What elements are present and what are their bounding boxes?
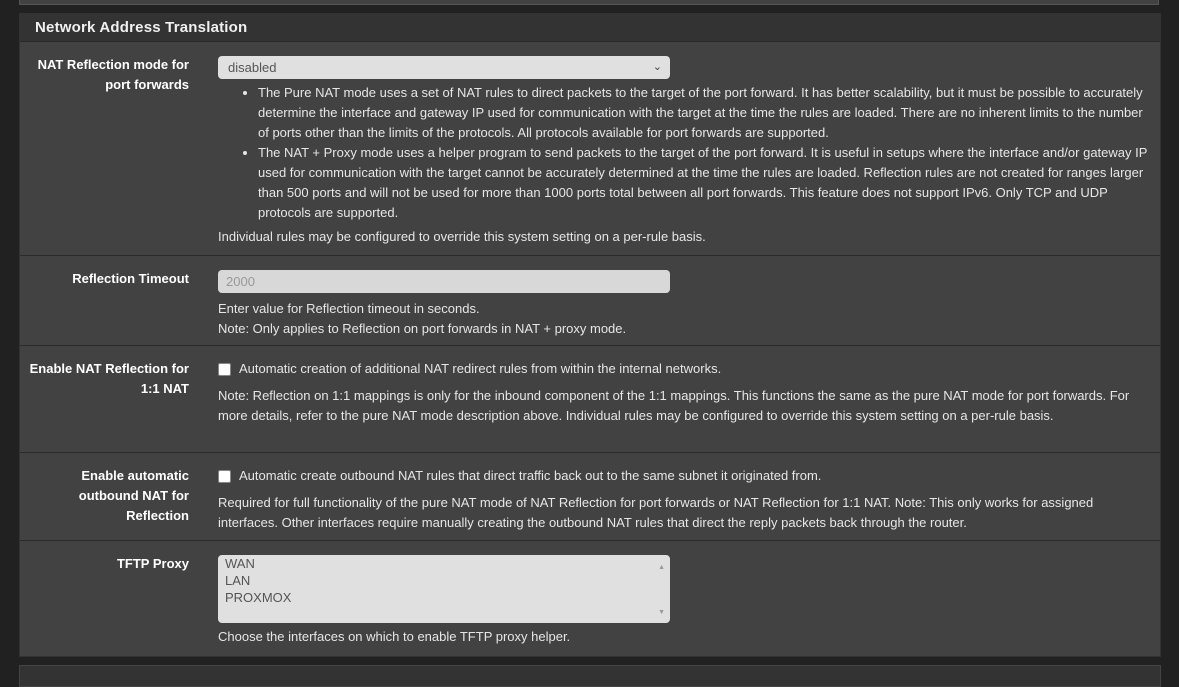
help-text: Enter value for Reflection timeout in se… xyxy=(218,301,480,316)
help-bullet: The Pure NAT mode uses a set of NAT rule… xyxy=(258,83,1154,143)
reflection-mode-label: NAT Reflection mode for port forwards xyxy=(37,57,189,92)
option-wan[interactable]: WAN xyxy=(225,555,670,572)
previous-panel xyxy=(19,0,1159,5)
help-bullet: The NAT + Proxy mode uses a helper progr… xyxy=(258,143,1154,223)
panel-title: Network Address Translation xyxy=(20,14,1160,42)
row-reflection-1to1: Enable NAT Reflection for 1:1 NAT Automa… xyxy=(20,346,1160,453)
nat-panel: Network Address Translation NAT Reflecti… xyxy=(19,13,1161,657)
auto-outbound-checkbox[interactable] xyxy=(218,469,231,483)
reflection-timeout-label: Reflection Timeout xyxy=(72,271,189,286)
row-tftp-proxy: TFTP Proxy WAN LAN PROXMOX ▲ ▼ Choose th… xyxy=(20,541,1160,656)
help-text: Note: Reflection on 1:1 mappings is only… xyxy=(218,388,1130,423)
select-value: disabled xyxy=(228,60,277,75)
row-reflection-timeout: Reflection Timeout 2000 Enter value for … xyxy=(20,256,1160,346)
help-text: Note: Only applies to Reflection on port… xyxy=(218,321,627,336)
row-auto-outbound: Enable automatic outbound NAT for Reflec… xyxy=(20,453,1160,541)
help-text: Required for full functionality of the p… xyxy=(218,495,1094,530)
row-reflection-mode: NAT Reflection mode for port forwards di… xyxy=(20,42,1160,256)
checkbox-label: Automatic creation of additional NAT red… xyxy=(239,361,722,376)
option-lan[interactable]: LAN xyxy=(225,572,670,589)
help-text: Individual rules may be configured to ov… xyxy=(218,229,706,244)
tftp-proxy-label: TFTP Proxy xyxy=(116,556,189,571)
reflection-1to1-checkbox[interactable] xyxy=(218,362,231,376)
reflection-1to1-label: Enable NAT Reflection for 1:1 NAT xyxy=(29,361,189,396)
reflection-mode-select[interactable]: disabled ⌄ xyxy=(218,56,670,79)
option-proxmox[interactable]: PROXMOX xyxy=(225,589,670,606)
auto-outbound-label: Enable automatic outbound NAT for Reflec… xyxy=(78,468,189,523)
next-panel xyxy=(19,665,1161,687)
chevron-down-icon: ⌄ xyxy=(652,61,662,73)
help-text: Choose the interfaces on which to enable… xyxy=(218,629,571,644)
checkbox-label: Automatic create outbound NAT rules that… xyxy=(239,468,822,483)
reflection-timeout-input[interactable]: 2000 xyxy=(218,270,670,293)
scroll-up-icon[interactable]: ▲ xyxy=(658,559,665,576)
scroll-down-icon[interactable]: ▼ xyxy=(658,604,665,621)
tftp-proxy-multiselect[interactable]: WAN LAN PROXMOX ▲ ▼ xyxy=(218,555,670,623)
